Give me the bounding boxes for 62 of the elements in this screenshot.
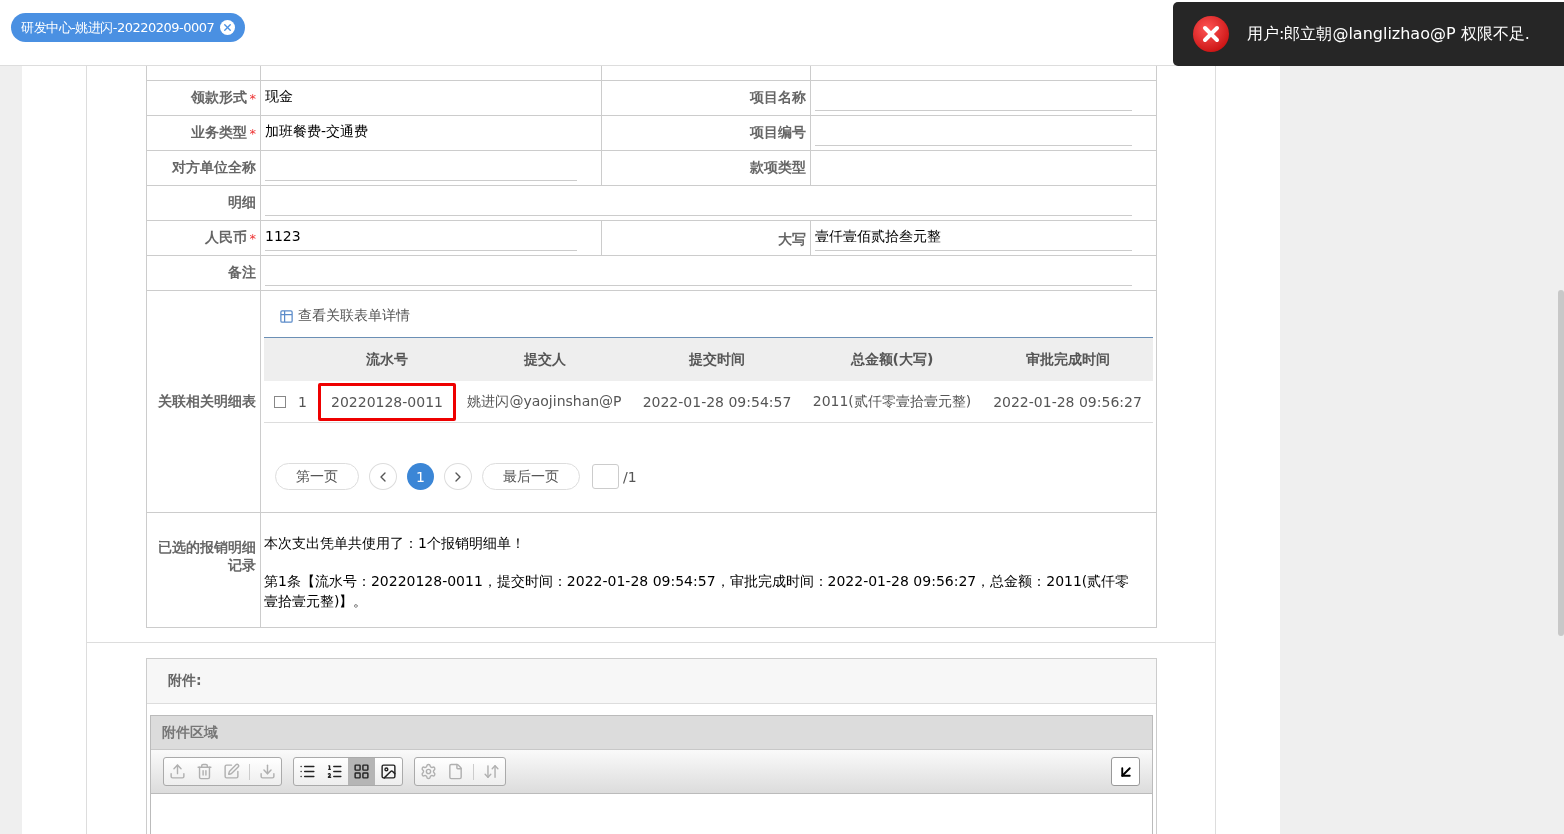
column-header: 提交时间 [632, 338, 802, 381]
table-cell: 2022-01-28 09:56:27 [982, 381, 1153, 423]
row-number: 1 [298, 393, 307, 410]
edit-icon [223, 763, 240, 780]
page-button[interactable]: 1 [407, 463, 434, 490]
field-label: 项目编号 [750, 124, 806, 142]
close-icon[interactable] [220, 20, 236, 35]
column-header: 总金额(大写) [802, 338, 982, 381]
view-details-link[interactable]: 查看关联表单详情 [279, 307, 410, 325]
download-icon [259, 763, 276, 780]
field-label: 人民币 [204, 229, 247, 247]
bullet-list-icon [299, 763, 316, 780]
toast-message: 用户:郎立朝@langlizhao@P 权限不足. [1247, 23, 1530, 45]
field-label: 项目名称 [750, 89, 806, 107]
record-text: 本次支出凭单共使用了：1个报销明细单！ [264, 534, 526, 553]
last-page-button[interactable]: 最后一页 [482, 463, 580, 490]
settings-icon [420, 763, 437, 780]
table-cell: 姚进闪@yaojinshan@P [457, 381, 632, 423]
image-icon [380, 763, 397, 780]
panel-title: 附件区域 [151, 716, 1152, 750]
collapse-button[interactable] [1111, 757, 1140, 786]
column-header: 审批完成时间 [982, 338, 1153, 381]
field-value: 现金 [265, 87, 294, 106]
field-label: 明细 [228, 194, 256, 212]
record-text: 第1条【流水号：20220128-0011，提交时间：2022-01-28 09:54:57，审批完成时间：2022-01-28 09:56:27，总金额：2011(贰仟零壹拾壹元整)】。 [264, 572, 1131, 611]
upload-icon [169, 763, 186, 780]
field-label: 已选的报销明细记录 [157, 539, 256, 575]
scrollbar-thumb[interactable] [1558, 290, 1564, 636]
sort-icon [483, 763, 500, 780]
table-icon [279, 308, 294, 324]
input-field[interactable]: 壹仟壹佰贰拾叁元整 [815, 225, 1132, 251]
field-label: 备注 [228, 264, 256, 282]
table-cell: 2011(贰仟零壹拾壹元整) [802, 381, 982, 423]
page-total: /1 [623, 468, 637, 485]
field-label: 关联相关明细表 [158, 392, 256, 411]
trash-icon [196, 763, 213, 780]
required-mark: * [249, 90, 256, 106]
table-cell: 2022-01-28 09:54:57 [632, 381, 802, 423]
field-label: 对方单位全称 [172, 159, 256, 177]
grid-icon [353, 763, 370, 780]
field-label: 业务类型 [190, 124, 247, 142]
field-label: 款项类型 [750, 159, 806, 177]
page-input[interactable] [592, 464, 619, 489]
table-cell: 20220128-0011 [318, 382, 456, 421]
input-field[interactable]: 1123 [265, 225, 577, 251]
required-mark: * [249, 230, 256, 246]
field-label: 大写 [778, 231, 806, 249]
previous-page-button[interactable] [369, 463, 397, 490]
field-label: 领款形式 [190, 89, 247, 107]
first-page-button[interactable]: 第一页 [275, 463, 359, 490]
field-value: 加班餐费-交通费 [265, 122, 370, 141]
section-title: 附件: [168, 672, 202, 690]
required-mark: * [249, 125, 256, 141]
column-header: 提交人 [457, 338, 632, 381]
column-header: 流水号 [317, 338, 457, 381]
next-page-button[interactable] [444, 463, 472, 490]
file-icon [447, 763, 464, 780]
column-header [264, 338, 317, 381]
numbered-list-icon [326, 763, 343, 780]
grid-button[interactable] [348, 758, 375, 785]
x-mark-icon [222, 22, 234, 33]
row-checkbox[interactable] [274, 395, 286, 408]
